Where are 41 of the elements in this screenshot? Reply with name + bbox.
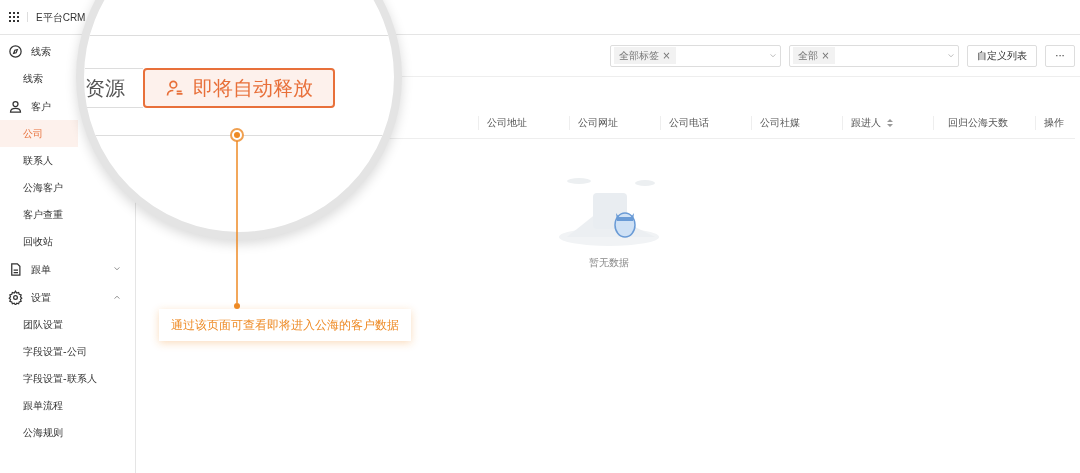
- app-name: E平台CRM: [36, 10, 86, 25]
- callout-text: 通过该页面可查看即将进入公海的客户数据: [159, 309, 411, 341]
- column-header: 公司电话: [660, 115, 751, 130]
- custom-list-button[interactable]: 自定义列表: [967, 44, 1037, 67]
- sidebar-item[interactable]: 线索: [0, 65, 78, 92]
- sidebar-item[interactable]: 联系人: [0, 147, 78, 174]
- user-icon: [165, 78, 185, 98]
- column-header: 公司地址: [478, 115, 569, 130]
- select-chip[interactable]: 全部标签 ×: [614, 47, 676, 64]
- compass-icon: [8, 43, 23, 59]
- column-header[interactable]: 跟进人: [842, 115, 933, 130]
- sidebar-group[interactable]: 客户: [0, 92, 78, 120]
- sidebar-item[interactable]: 字段设置-公司: [0, 338, 135, 365]
- column-header: 公司社媒: [751, 115, 842, 130]
- sidebar-item[interactable]: 回收站: [0, 228, 78, 255]
- column-header: 操作: [1035, 115, 1075, 130]
- chevron-icon: [769, 51, 777, 60]
- sidebar-item[interactable]: 跟单流程: [0, 392, 135, 419]
- sort-icon[interactable]: [887, 118, 893, 127]
- chevron-icon: [113, 293, 121, 301]
- chevron-icon: [947, 51, 955, 60]
- column-header: 回归公海天数: [933, 115, 1035, 130]
- more-button[interactable]: ···: [1045, 44, 1075, 67]
- select-chip[interactable]: 全部 ×: [793, 47, 835, 64]
- sidebar-item[interactable]: 团队设置: [0, 311, 135, 338]
- user-icon: [8, 98, 23, 114]
- sidebar-group[interactable]: 线索: [0, 37, 78, 65]
- sidebar-item[interactable]: 字段设置-联系人: [0, 365, 135, 392]
- empty-text: 暂无数据: [589, 256, 629, 270]
- sidebar-item[interactable]: 公海规则: [0, 419, 135, 446]
- column-header: 公司网址: [569, 115, 660, 130]
- settings-icon: [8, 289, 23, 305]
- chevron-icon: [113, 265, 121, 273]
- document-icon: [8, 261, 23, 277]
- sidebar-group[interactable]: 设置: [0, 283, 135, 311]
- sidebar-item[interactable]: 公海客户: [0, 174, 78, 201]
- apps-grid-icon[interactable]: [9, 12, 19, 22]
- tag-select[interactable]: 全部标签 ×: [610, 44, 781, 67]
- sidebar-item[interactable]: 客户查重: [0, 201, 78, 228]
- tag-select[interactable]: 全部 ×: [789, 44, 959, 67]
- sidebar-group[interactable]: 跟单: [0, 255, 135, 283]
